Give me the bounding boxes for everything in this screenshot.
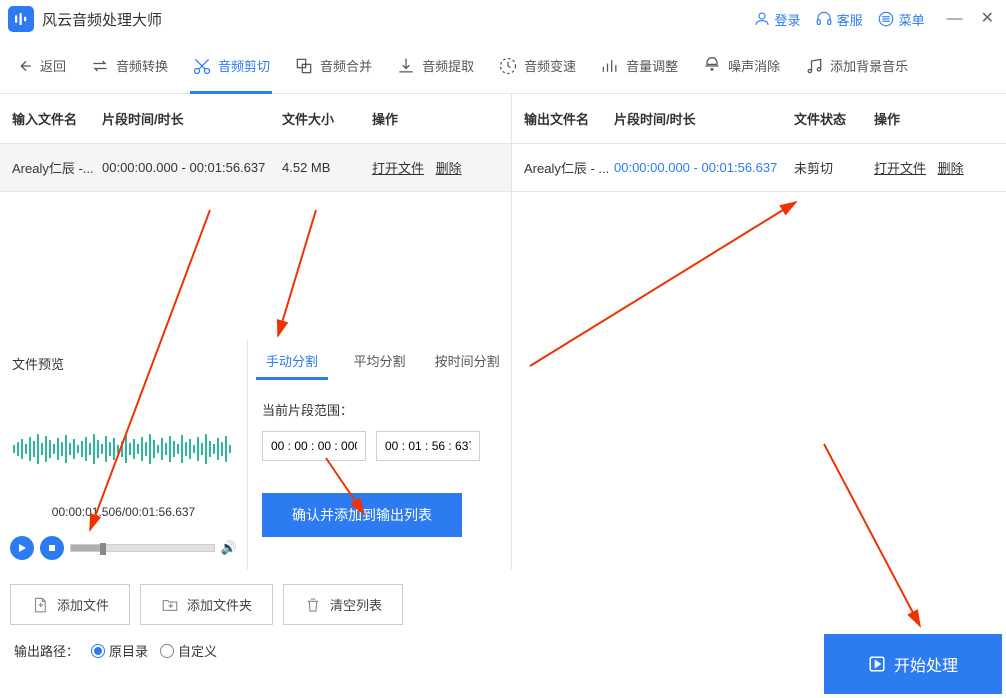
- tab-time-split[interactable]: 按时间分割: [423, 340, 511, 380]
- tab-convert[interactable]: 音频转换: [80, 38, 178, 94]
- volume-icon: [600, 56, 620, 76]
- merge-icon: [294, 56, 314, 76]
- menu-button[interactable]: 菜单: [877, 10, 925, 29]
- input-row-size: 4.52 MB: [282, 160, 372, 175]
- headset-icon: [815, 10, 833, 28]
- range-start-input[interactable]: [262, 431, 366, 461]
- input-header-size: 文件大小: [282, 109, 372, 128]
- app-logo: [8, 6, 34, 32]
- tab-speed[interactable]: 音频变速: [488, 38, 586, 94]
- input-row-time: 00:00:00.000 - 00:01:56.637: [102, 160, 282, 175]
- input-header-ops: 操作: [372, 109, 492, 128]
- file-add-icon: [31, 596, 49, 614]
- add-file-button[interactable]: 添加文件: [10, 584, 130, 625]
- output-header-name: 输出文件名: [524, 109, 614, 128]
- start-process-button[interactable]: 开始处理: [824, 634, 1002, 694]
- play-outline-icon: [868, 655, 886, 673]
- waveform[interactable]: [12, 403, 235, 495]
- range-end-input[interactable]: [376, 431, 480, 461]
- tab-bgm[interactable]: 添加背景音乐: [794, 38, 918, 94]
- output-row-name: Arealy仁辰 - ...: [524, 158, 614, 177]
- range-label: 当前片段范围：: [262, 400, 497, 419]
- play-button[interactable]: [10, 536, 34, 560]
- back-arrow-icon: [18, 58, 34, 74]
- input-row[interactable]: Arealy仁辰 -... 00:00:00.000 - 00:01:56.63…: [0, 144, 511, 192]
- tab-denoise[interactable]: 噪声消除: [692, 38, 790, 94]
- input-row-name: Arealy仁辰 -...: [12, 158, 102, 177]
- music-icon: [804, 56, 824, 76]
- preview-label: 文件预览: [6, 350, 241, 377]
- extract-icon: [396, 56, 416, 76]
- output-open-link[interactable]: 打开文件: [874, 161, 926, 176]
- stop-icon: [47, 543, 57, 553]
- output-delete-link[interactable]: 删除: [938, 161, 964, 176]
- input-header-name: 输入文件名: [12, 109, 102, 128]
- tab-volume[interactable]: 音量调整: [590, 38, 688, 94]
- tab-cut[interactable]: 音频剪切: [182, 38, 280, 94]
- login-button[interactable]: 登录: [753, 10, 801, 29]
- tab-manual-split[interactable]: 手动分割: [248, 340, 336, 380]
- trash-icon: [304, 596, 322, 614]
- tab-average-split[interactable]: 平均分割: [336, 340, 424, 380]
- output-row-time: 00:00:00.000 - 00:01:56.637: [614, 160, 794, 175]
- output-header-ops: 操作: [874, 109, 994, 128]
- output-header-time: 片段时间/时长: [614, 109, 794, 128]
- tab-merge[interactable]: 音频合并: [284, 38, 382, 94]
- minimize-button[interactable]: —: [947, 11, 963, 27]
- input-header-time: 片段时间/时长: [102, 109, 282, 128]
- output-row-status: 未剪切: [794, 158, 874, 177]
- play-icon: [17, 543, 27, 553]
- clear-list-button[interactable]: 清空列表: [283, 584, 403, 625]
- folder-add-icon: [161, 596, 179, 614]
- menu-icon: [877, 10, 895, 28]
- confirm-add-button[interactable]: 确认并添加到输出列表: [262, 493, 462, 537]
- radio-icon: [160, 644, 174, 658]
- output-header-status: 文件状态: [794, 109, 874, 128]
- app-title: 风云音频处理大师: [42, 9, 162, 30]
- delete-link[interactable]: 删除: [436, 161, 462, 176]
- radio-custom[interactable]: 自定义: [160, 641, 217, 660]
- service-button[interactable]: 客服: [815, 10, 863, 29]
- player-time: 00:00:01.506/00:01:56.637: [6, 505, 241, 519]
- denoise-icon: [702, 56, 722, 76]
- add-folder-button[interactable]: 添加文件夹: [140, 584, 273, 625]
- stop-button[interactable]: [40, 536, 64, 560]
- output-path-label: 输出路径：: [14, 641, 79, 660]
- open-file-link[interactable]: 打开文件: [372, 161, 424, 176]
- close-button[interactable]: ✕: [981, 11, 994, 27]
- output-row[interactable]: Arealy仁辰 - ... 00:00:00.000 - 00:01:56.6…: [512, 144, 1006, 192]
- back-button[interactable]: 返回: [8, 56, 76, 75]
- progress-bar[interactable]: [70, 544, 215, 552]
- speed-icon: [498, 56, 518, 76]
- scissors-icon: [192, 56, 212, 76]
- radio-original[interactable]: 原目录: [91, 641, 148, 660]
- user-icon: [753, 10, 771, 28]
- convert-icon: [90, 56, 110, 76]
- speaker-icon[interactable]: 🔊: [221, 540, 237, 556]
- tab-extract[interactable]: 音频提取: [386, 38, 484, 94]
- radio-icon: [91, 644, 105, 658]
